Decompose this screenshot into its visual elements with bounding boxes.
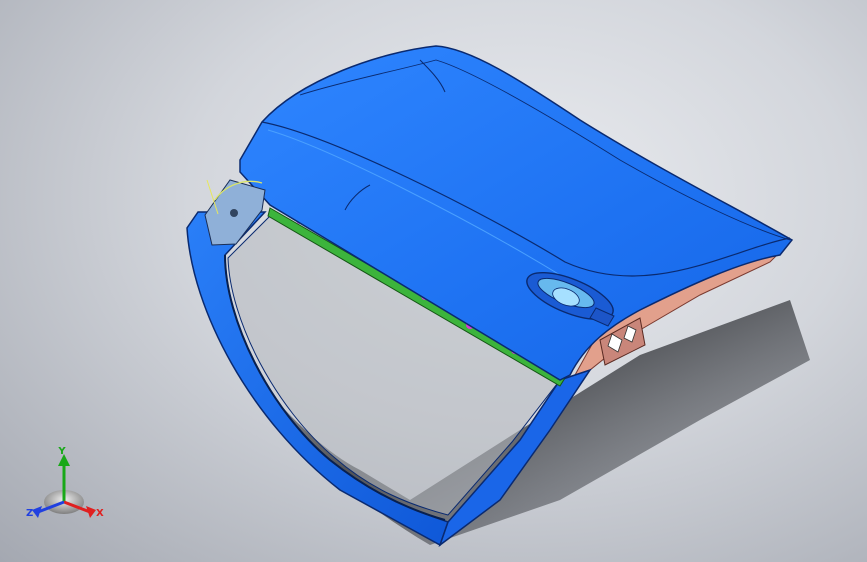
cad-3d-viewport[interactable]: Y X Z [0, 0, 867, 562]
orientation-triad[interactable]: Y X Z [24, 444, 104, 524]
triad-x-label: X [96, 508, 104, 519]
triad-z-label: Z [26, 508, 33, 519]
mirror-mount-hole [230, 209, 238, 217]
triad-y-label: Y [57, 446, 66, 457]
door-model[interactable] [0, 0, 867, 562]
